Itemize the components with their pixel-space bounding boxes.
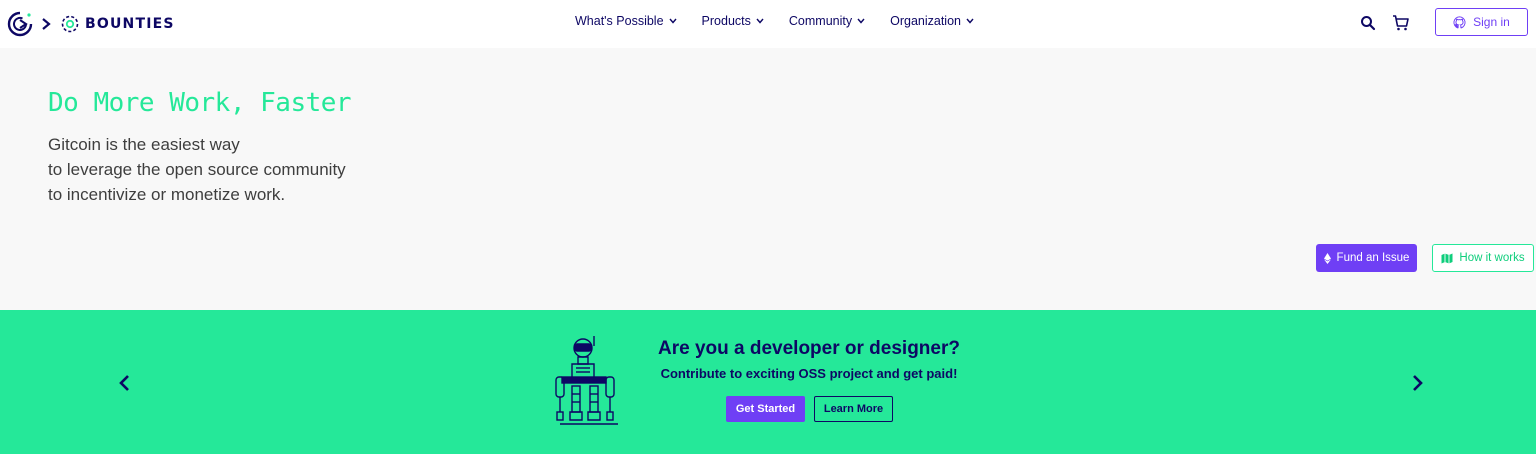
- chevron-down-icon: [756, 18, 764, 24]
- chevron-down-icon: [857, 18, 865, 24]
- get-started-button[interactable]: Get Started: [726, 396, 805, 422]
- menu-item-label: Organization: [890, 14, 961, 28]
- menu-item-organization[interactable]: Organization: [890, 14, 974, 28]
- how-it-works-label: How it works: [1459, 252, 1525, 264]
- cart-icon[interactable]: [1392, 14, 1410, 32]
- promo-title: Are you a developer or designer?: [658, 338, 960, 359]
- learn-more-button[interactable]: Learn More: [814, 396, 893, 422]
- hero-description-line: to incentivize or monetize work.: [48, 185, 286, 204]
- brand[interactable]: BOUNTIES: [7, 8, 175, 40]
- chevron-right-icon: [42, 18, 51, 30]
- hero-section: Do More Work, Faster Gitcoin is the easi…: [0, 48, 1536, 310]
- chevron-down-icon: [669, 18, 677, 24]
- menu-item-products[interactable]: Products: [702, 14, 764, 28]
- bounties-logo-icon: [61, 15, 79, 33]
- menu-item-whats-possible[interactable]: What's Possible: [575, 14, 677, 28]
- menu-item-label: Products: [701, 14, 751, 28]
- menu-item-label: Community: [788, 14, 853, 28]
- fund-an-issue-button[interactable]: Fund an Issue: [1316, 244, 1417, 272]
- hero-description-line: Gitcoin is the easiest way: [48, 135, 240, 154]
- promo-subtitle: Contribute to exciting OSS project and g…: [660, 366, 958, 381]
- gitcoin-logo-icon[interactable]: [7, 11, 33, 37]
- menu-item-label: What's Possible: [575, 14, 664, 28]
- how-it-works-button[interactable]: How it works: [1432, 244, 1534, 272]
- main-menu: What's Possible Products Community Organ…: [575, 14, 999, 28]
- hero-title: Do More Work, Faster: [48, 88, 352, 118]
- sign-in-button[interactable]: Sign in: [1435, 8, 1528, 36]
- hero-description: Gitcoin is the easiest way to leverage t…: [48, 132, 346, 207]
- github-icon: [1453, 15, 1466, 28]
- hero-description-line: to leverage the open source community: [48, 160, 346, 179]
- menu-item-community[interactable]: Community: [789, 14, 865, 28]
- ethereum-icon: [1323, 252, 1331, 264]
- top-navbar: BOUNTIES What's Possible Products Commun…: [0, 0, 1536, 48]
- search-icon[interactable]: [1359, 14, 1377, 32]
- map-icon: [1441, 253, 1453, 263]
- sign-in-label: Sign in: [1473, 15, 1510, 29]
- fund-an-issue-label: Fund an Issue: [1336, 252, 1410, 264]
- brand-name: BOUNTIES: [85, 16, 175, 32]
- promo-carousel: Are you a developer or designer? Contrib…: [0, 310, 1536, 454]
- chevron-down-icon: [966, 18, 974, 24]
